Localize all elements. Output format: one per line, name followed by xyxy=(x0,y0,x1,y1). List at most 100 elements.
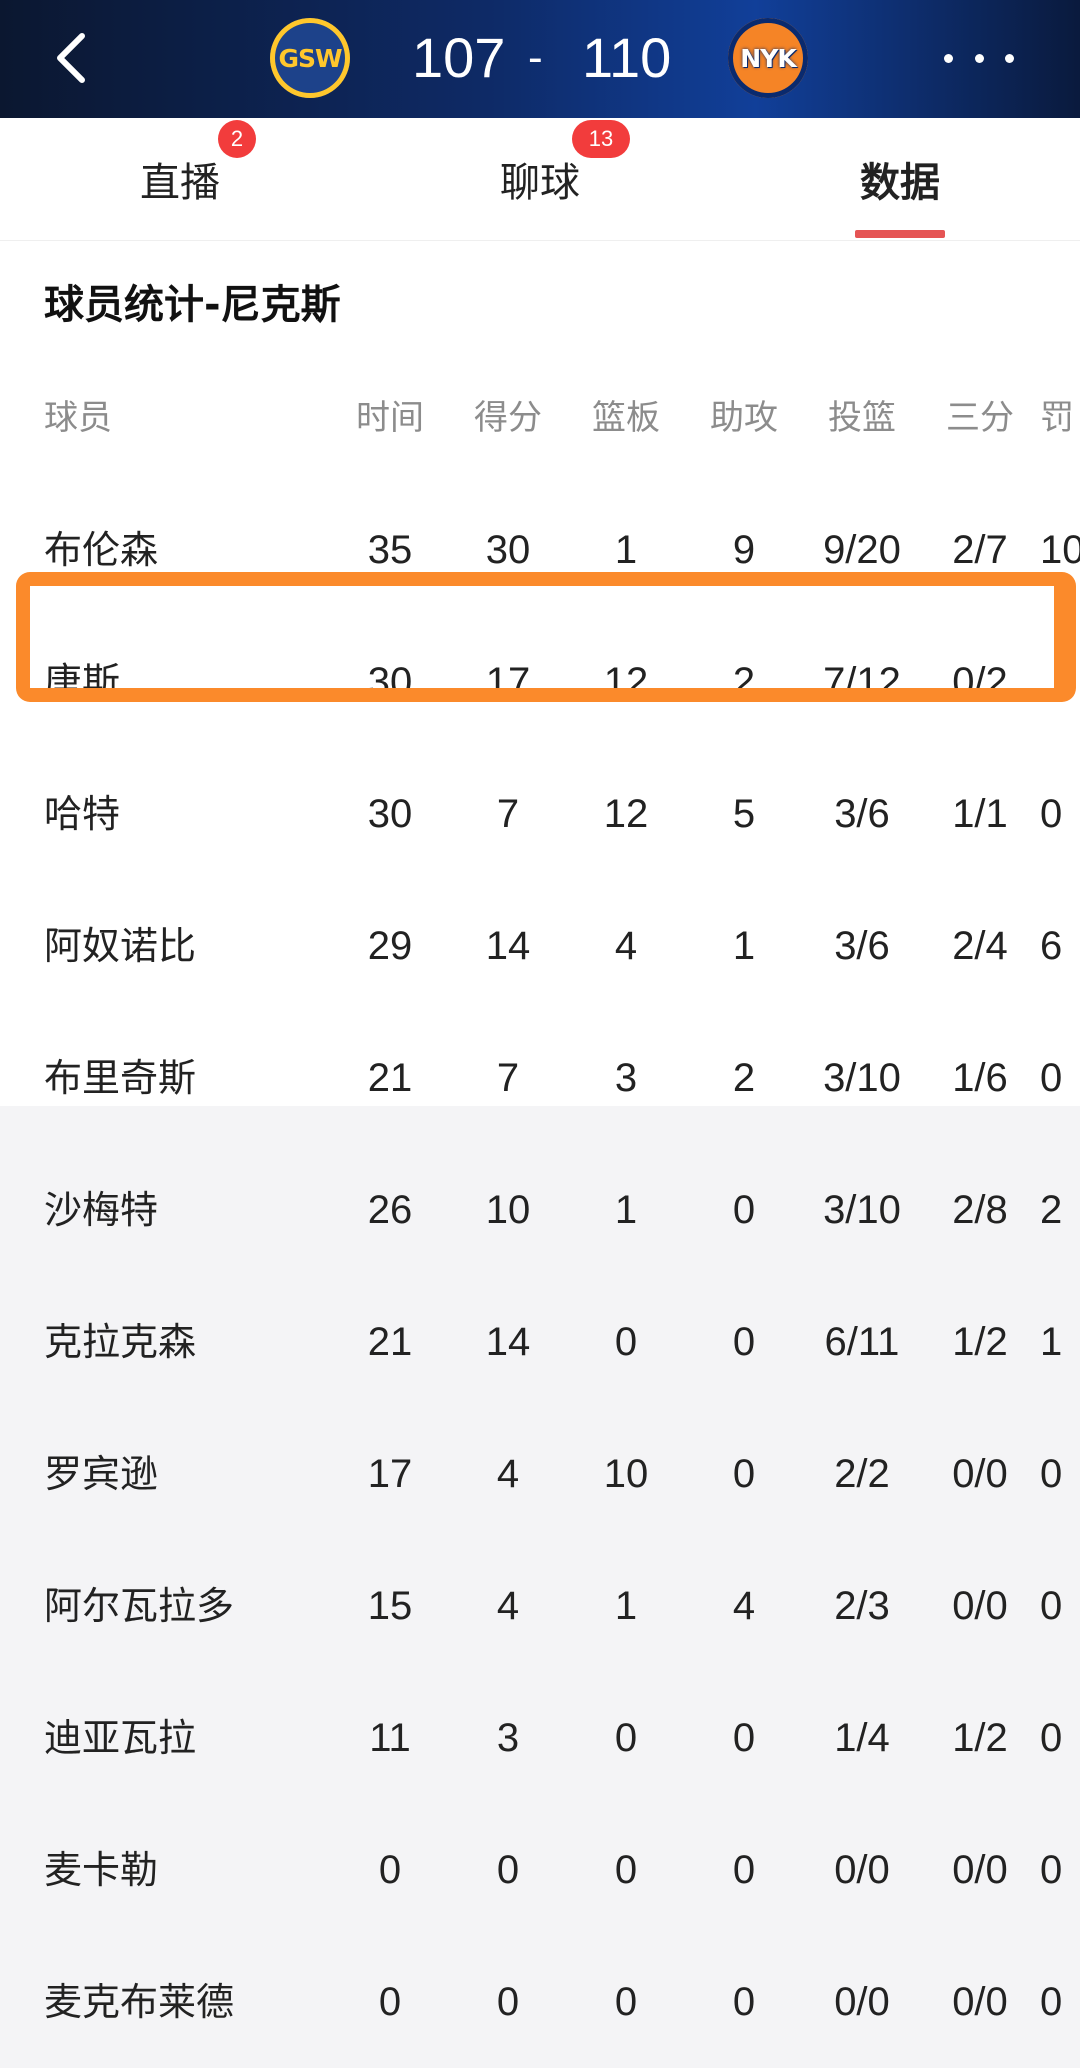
stat-min: 26 xyxy=(367,1188,413,1232)
stat-ast: 5 xyxy=(732,792,756,836)
chat-badge: 13 xyxy=(572,120,630,158)
stat-pts: 0 xyxy=(496,1980,520,2024)
stat-tp: 1/2 xyxy=(952,1716,1008,1760)
stat-pts: 0 xyxy=(496,1848,520,1892)
stat-min: 17 xyxy=(367,1452,413,1496)
table-row[interactable]: 阿尔瓦拉多 15 4 1 4 2/3 0/0 0 xyxy=(0,1540,1080,1672)
table-row[interactable]: 克拉克森 21 14 0 0 6/11 1/2 1 xyxy=(0,1276,1080,1408)
table-row[interactable]: 布伦森 35 30 1 9 9/20 2/7 10 xyxy=(0,484,1080,616)
stat-fg: 2/3 xyxy=(834,1584,890,1628)
stat-tp: 2/4 xyxy=(952,924,1008,968)
table-row[interactable]: 布里奇斯 21 7 3 2 3/10 1/6 0 xyxy=(0,1012,1080,1144)
table-row[interactable]: 罗宾逊 17 4 10 0 2/2 0/0 0 xyxy=(0,1408,1080,1540)
header-field-goals[interactable]: 投篮 xyxy=(800,352,924,484)
stat-ast: 2 xyxy=(732,1056,756,1100)
stat-ft xyxy=(1040,616,1080,748)
table-row[interactable]: 沙梅特 26 10 1 0 3/10 2/8 2 xyxy=(0,1144,1080,1276)
stat-ft: 6 xyxy=(1040,924,1063,968)
stat-ft: 10 xyxy=(1040,528,1080,572)
home-team-logo[interactable]: GSW xyxy=(270,18,350,98)
stat-ast: 0 xyxy=(732,1452,756,1496)
stat-min: 35 xyxy=(367,528,413,572)
stat-ft: 0 xyxy=(1040,1056,1063,1100)
table-row[interactable]: 唐斯 30 17 12 2 7/12 0/2 xyxy=(0,616,1080,748)
player-name: 布伦森 xyxy=(44,528,159,572)
player-stats-table: 球员 时间 得分 篮板 助攻 投篮 三分 罚 布伦森 35 30 1 9 9/20 2/7 1… xyxy=(0,352,1080,2068)
stat-pts: 7 xyxy=(496,1056,520,1100)
stat-fg: 6/11 xyxy=(824,1320,900,1364)
player-name: 罗宾逊 xyxy=(44,1452,159,1496)
stat-min: 29 xyxy=(367,924,413,968)
stat-reb: 4 xyxy=(614,924,638,968)
stat-ast: 0 xyxy=(732,1848,756,1892)
live-badge: 2 xyxy=(218,120,256,158)
stat-tp: 1/6 xyxy=(952,1056,1008,1100)
player-name: 麦克布莱德 xyxy=(44,1980,235,2024)
header-three-pointers[interactable]: 三分 xyxy=(930,352,1030,484)
stat-min: 0 xyxy=(378,1848,402,1892)
stat-fg: 1/4 xyxy=(834,1716,890,1760)
stat-pts: 14 xyxy=(485,924,531,968)
stat-reb: 1 xyxy=(614,528,638,572)
section-title: 球员统计-尼克斯 xyxy=(44,282,341,328)
stat-tp: 0/0 xyxy=(952,1848,1008,1892)
tab-data[interactable]: 数据 xyxy=(770,118,1030,240)
header-points[interactable]: 得分 xyxy=(458,352,558,484)
stat-reb: 1 xyxy=(614,1584,638,1628)
stat-min: 21 xyxy=(367,1056,413,1100)
stat-ast: 9 xyxy=(732,528,756,572)
header-rebounds[interactable]: 篮板 xyxy=(576,352,676,484)
player-name: 布里奇斯 xyxy=(44,1056,197,1100)
table-row[interactable]: 迪亚瓦拉 11 3 0 0 1/4 1/2 0 xyxy=(0,1672,1080,1804)
more-button[interactable] xyxy=(944,26,1014,90)
stat-ft: 0 xyxy=(1040,792,1063,836)
stat-pts: 14 xyxy=(485,1320,531,1364)
tab-live[interactable]: 直播 2 xyxy=(50,118,310,240)
back-chevron-icon xyxy=(57,33,85,83)
header-free-throws[interactable]: 罚 xyxy=(1040,352,1080,484)
stat-pts: 30 xyxy=(485,528,531,572)
header-minutes[interactable]: 时间 xyxy=(340,352,440,484)
stat-reb: 12 xyxy=(603,660,649,704)
stat-reb: 0 xyxy=(614,1848,638,1892)
back-button[interactable] xyxy=(40,26,104,90)
stat-reb: 1 xyxy=(614,1188,638,1232)
table-row[interactable]: 麦卡勒 0 0 0 0 0/0 0/0 0 xyxy=(0,1804,1080,1936)
stat-tp: 1/2 xyxy=(952,1320,1008,1364)
stat-reb: 12 xyxy=(603,792,649,836)
away-team-logo[interactable]: NYK xyxy=(728,18,808,98)
stat-ast: 1 xyxy=(732,924,756,968)
stat-min: 30 xyxy=(367,792,413,836)
stat-ft: 0 xyxy=(1040,1452,1063,1496)
stat-ast: 2 xyxy=(732,660,756,704)
stat-reb: 0 xyxy=(614,1320,638,1364)
stat-min: 30 xyxy=(367,660,413,704)
player-name: 哈特 xyxy=(44,792,121,836)
header-assists[interactable]: 助攻 xyxy=(694,352,794,484)
tab-live-label: 直播 2 xyxy=(140,120,256,208)
score-header: GSW 107 - 110 NYK xyxy=(0,0,1080,118)
stat-ft: 2 xyxy=(1040,1188,1063,1232)
stat-pts: 17 xyxy=(485,660,531,704)
stat-ast: 4 xyxy=(732,1584,756,1628)
tab-chat-label: 聊球 13 xyxy=(500,120,630,208)
table-header: 球员 时间 得分 篮板 助攻 投篮 三分 罚 xyxy=(0,352,1080,484)
tab-chat[interactable]: 聊球 13 xyxy=(410,118,670,240)
tab-bar: 直播 2 聊球 13 数据 xyxy=(0,118,1080,241)
table-row[interactable]: 哈特 30 7 12 5 3/6 1/1 0 xyxy=(0,748,1080,880)
stat-min: 0 xyxy=(378,1980,402,2024)
table-row[interactable]: 麦克布莱德 0 0 0 0 0/0 0/0 0 xyxy=(0,1936,1080,2068)
score-separator: - xyxy=(528,33,543,82)
player-name: 麦卡勒 xyxy=(44,1848,159,1892)
stat-tp: 0/0 xyxy=(952,1452,1008,1496)
stat-pts: 7 xyxy=(496,792,520,836)
table-row[interactable]: 阿奴诺比 29 14 4 1 3/6 2/4 6 xyxy=(0,880,1080,1012)
stat-ast: 0 xyxy=(732,1716,756,1760)
tab-data-label: 数据 xyxy=(860,160,940,206)
stat-fg: 7/12 xyxy=(823,660,901,704)
more-dots-icon xyxy=(944,53,953,63)
active-tab-indicator xyxy=(855,230,945,238)
stat-fg: 3/10 xyxy=(823,1056,901,1100)
stat-tp: 0/0 xyxy=(952,1980,1008,2024)
stat-tp: 0/2 xyxy=(952,660,1008,704)
